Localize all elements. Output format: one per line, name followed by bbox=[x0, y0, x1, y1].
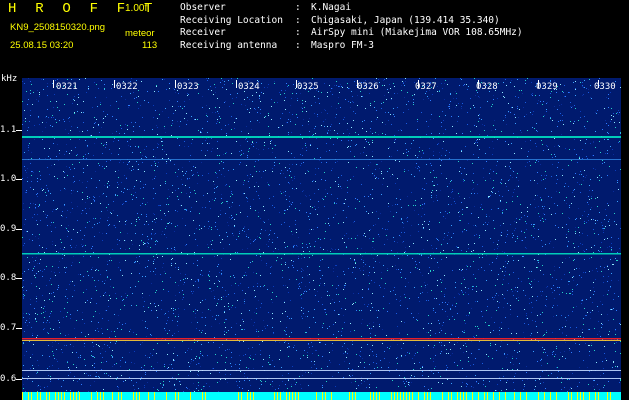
y-tick-label: 0.8 bbox=[0, 273, 17, 283]
filename-label: KN9_2508150320.png bbox=[10, 22, 106, 33]
spectrogram-plot bbox=[22, 78, 621, 400]
y-tick-label: 1.0 bbox=[0, 174, 17, 184]
x-tick-label: 0327 bbox=[415, 82, 437, 92]
x-tick-mark bbox=[114, 80, 115, 88]
spectrogram-canvas bbox=[22, 78, 621, 400]
x-tick-label: 0322 bbox=[116, 82, 138, 92]
version-label: 1.00f bbox=[125, 3, 148, 14]
station-info: Observer: K.Nagai Receiving Location: Chig… bbox=[180, 2, 523, 52]
y-tick-label: 0.9 bbox=[0, 224, 17, 234]
info-row-receiver: Receiver: AirSpy mini (Miakejima VOR 108.… bbox=[180, 27, 523, 38]
y-tick-label: 1.1 bbox=[0, 125, 17, 135]
x-tick-label: 0329 bbox=[536, 82, 558, 92]
x-tick-label: 0330 bbox=[594, 82, 616, 92]
x-tick-label: 0323 bbox=[177, 82, 199, 92]
x-tick-label: 0325 bbox=[297, 82, 319, 92]
mode-label: meteor bbox=[125, 28, 155, 39]
info-row-location: Receiving Location: Chigasaki, Japan (139… bbox=[180, 14, 500, 26]
count-label: 113 bbox=[142, 40, 158, 51]
x-tick-label: 0326 bbox=[357, 82, 379, 92]
y-tick-label: 0.7 bbox=[0, 323, 17, 333]
x-tick-mark bbox=[53, 80, 54, 88]
datetime-label: 25.08.15 03:20 bbox=[10, 40, 74, 51]
y-tick-label: 0.6 bbox=[0, 374, 17, 384]
x-tick-mark bbox=[175, 80, 176, 88]
x-tick-label: 0321 bbox=[56, 82, 78, 92]
x-tick-mark bbox=[236, 80, 237, 88]
x-tick-label: 0324 bbox=[238, 82, 260, 92]
info-row-antenna: Receiving antenna: Maspro FM-3 bbox=[180, 39, 374, 51]
header-panel: H R O F F T 1.00f KN9_2508150320.png met… bbox=[0, 0, 629, 76]
x-tick-label: 0328 bbox=[476, 82, 498, 92]
y-axis-unit: kHz bbox=[1, 74, 18, 84]
info-row-observer: Observer: K.Nagai bbox=[180, 2, 352, 13]
